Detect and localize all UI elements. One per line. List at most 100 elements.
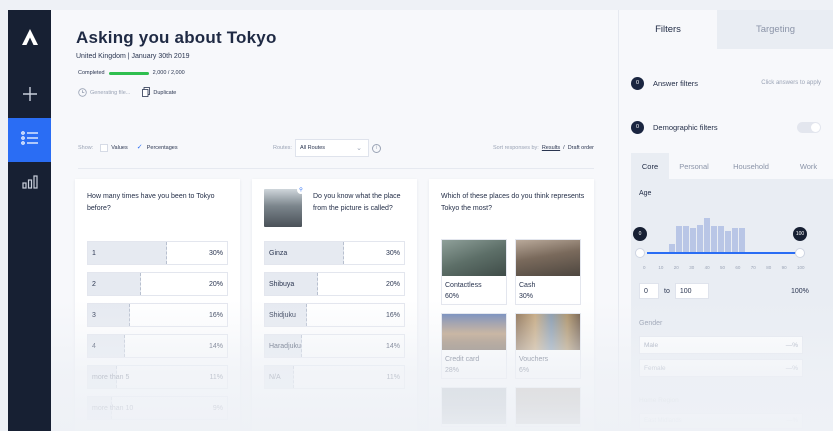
age-histogram-bar <box>683 226 689 253</box>
tab-targeting[interactable]: Targeting <box>717 10 833 49</box>
answer-photo <box>442 388 506 424</box>
answer-label: Haradjuku <box>269 343 301 350</box>
demographic-filters-count: 0 <box>631 120 644 134</box>
answer-option[interactable]: 3 16% <box>87 303 228 327</box>
age-histogram-bar <box>711 226 717 253</box>
answer-filters-row[interactable]: 0 Answer filters Click answers to apply <box>631 75 821 91</box>
age-to-label: to <box>664 287 670 295</box>
answer-option[interactable]: Shidjuku 16% <box>264 303 405 327</box>
question-photo[interactable]: ⚲ <box>264 186 305 227</box>
age-from-input[interactable]: 0 <box>639 283 659 299</box>
answer-percent: 30% <box>385 250 400 257</box>
routes-value: All Routes <box>299 145 326 151</box>
answer-label: 3 <box>92 312 96 319</box>
survey-meta: United Kingdom | January 30th 2019 <box>76 53 190 60</box>
demographic-filters-toggle[interactable] <box>797 121 821 133</box>
answer-percent: 20% <box>385 281 400 288</box>
image-answer-option[interactable]: Cash 30% <box>515 239 581 305</box>
duplicate-label: Duplicate <box>153 90 177 96</box>
image-answer-option[interactable]: Credit card 28% <box>441 313 507 379</box>
age-tick-label: 40 <box>704 265 710 270</box>
image-answer-option[interactable]: Contactless 60% <box>441 239 507 305</box>
question-text: Do you know what the place from the pict… <box>313 193 401 212</box>
answer-label: Ginza <box>269 250 288 257</box>
completed-count: 2,000 / 2,000 <box>152 70 185 76</box>
routes-label: Routes: <box>273 145 292 151</box>
home-region-option-label: East Midlands <box>644 418 682 424</box>
routes-select[interactable]: All Routes ⌄ <box>294 139 369 157</box>
answer-filters-count: 0 <box>631 76 644 90</box>
age-histogram <box>647 213 807 253</box>
answer-option[interactable]: Ginza 30% <box>264 241 405 265</box>
zoom-icon[interactable]: ⚲ <box>297 186 305 194</box>
completed-label: Completed <box>78 70 105 76</box>
answer-photo <box>516 240 580 276</box>
values-checkbox[interactable] <box>100 144 109 152</box>
generating-file-status: Generating file... <box>78 87 131 99</box>
answer-option[interactable]: Haradjuku 14% <box>264 334 405 358</box>
answer-option[interactable]: 4 14% <box>87 334 228 358</box>
sort-draft-order-link[interactable]: Draft order <box>568 145 594 151</box>
filters-panel: Filters Targeting 0 Answer filters Click… <box>618 10 833 431</box>
answer-filters-hint: Click answers to apply <box>761 80 821 86</box>
subtab-work[interactable]: Work <box>783 153 833 179</box>
surveys-list-button[interactable] <box>8 118 51 162</box>
age-to-input[interactable]: 100 <box>674 283 709 299</box>
left-rail <box>8 10 51 431</box>
age-max-handle[interactable] <box>795 248 805 258</box>
age-histogram-bar <box>676 226 682 253</box>
subtab-core[interactable]: Core <box>631 153 669 179</box>
age-range-inputs: 0 to 100 <box>639 283 709 299</box>
tab-filters[interactable]: Filters <box>619 10 717 49</box>
gender-female-row[interactable]: Female —% <box>639 359 803 377</box>
analytics-button[interactable] <box>8 162 51 206</box>
answer-percent: 9% <box>212 405 223 412</box>
answer-option[interactable]: more than 10 9% <box>87 396 228 420</box>
answer-photo <box>442 240 506 276</box>
gender-option-value: —% <box>785 341 798 349</box>
answer-percent: 60% <box>445 293 460 300</box>
duplicate-button[interactable]: Duplicate <box>142 87 176 99</box>
answer-label: Vouchers 6% <box>519 354 548 376</box>
age-slider-track[interactable] <box>647 252 801 254</box>
app-logo-icon[interactable] <box>8 28 51 51</box>
gender-male-row[interactable]: Male —% <box>639 336 803 354</box>
age-min-handle[interactable] <box>635 248 645 258</box>
percentages-checkbox[interactable]: ✓ <box>136 144 144 152</box>
sort-options: Sort responses by: Results / Draft order <box>493 138 594 158</box>
home-region-label: Home Region <box>639 397 679 404</box>
answer-percent: 14% <box>385 343 400 350</box>
question-card-2: ⚲ Do you know what the place from the pi… <box>252 179 417 431</box>
age-histogram-bar <box>725 231 731 253</box>
answer-fill <box>88 242 168 264</box>
image-answer-option[interactable] <box>515 387 581 427</box>
answer-label: Contactless 60% <box>445 280 482 302</box>
sort-results-link[interactable]: Results <box>542 145 560 151</box>
add-button[interactable] <box>8 74 51 118</box>
age-tick-label: 80 <box>766 265 772 270</box>
answer-percent: 28% <box>445 367 460 374</box>
age-histogram-bar <box>704 218 710 253</box>
image-answer-option[interactable]: Vouchers 6% <box>515 313 581 379</box>
answer-option[interactable]: 2 20% <box>87 272 228 296</box>
question-text: Which of these places do you think repre… <box>441 193 585 212</box>
subtab-household[interactable]: Household <box>719 153 783 179</box>
completion-status: Completed 2,000 / 2,000 <box>78 70 185 76</box>
gender-option-label: Female <box>644 364 666 372</box>
percentages-label: Percentages <box>146 145 178 151</box>
home-region-row[interactable]: East Midlands —% <box>639 413 803 429</box>
info-icon[interactable]: i <box>371 143 381 153</box>
demographic-filters-section: Core Personal Household Work Age 0 100 0… <box>631 153 833 431</box>
image-answer-option[interactable] <box>441 387 507 427</box>
answer-option[interactable]: Shibuya 20% <box>264 272 405 296</box>
answer-option[interactable]: more than 5 11% <box>87 365 228 389</box>
age-histogram-bar <box>732 228 738 253</box>
subtab-personal[interactable]: Personal <box>669 153 719 179</box>
age-tick-label: 60 <box>735 265 741 270</box>
answer-option[interactable]: 1 30% <box>87 241 228 265</box>
answer-label: more than 10 <box>92 405 134 412</box>
gender-label: Gender <box>639 320 663 327</box>
answer-option[interactable]: N/A 11% <box>264 365 405 389</box>
generating-label: Generating file... <box>90 90 131 96</box>
answer-percent: 11% <box>386 374 401 381</box>
